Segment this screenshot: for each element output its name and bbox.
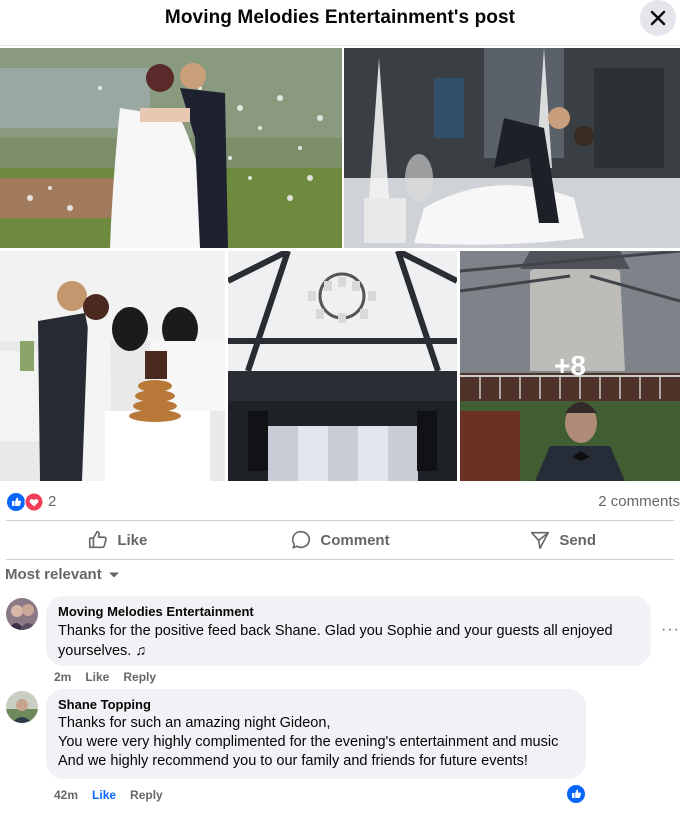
comment-time[interactable]: 2m — [54, 670, 71, 684]
comment-button[interactable]: Comment — [229, 521, 452, 559]
comment-icon — [292, 530, 311, 549]
more-options-icon[interactable]: ··· — [661, 621, 680, 639]
comment-time[interactable]: 42m — [54, 788, 78, 802]
like-reaction-icon[interactable] — [566, 784, 586, 804]
thumbs-up-icon — [89, 530, 108, 549]
post-title: Moving Melodies Entertainment's post — [164, 7, 516, 28]
close-button[interactable] — [640, 0, 676, 36]
close-icon — [650, 10, 666, 26]
post-header: Moving Melodies Entertainment's post — [0, 0, 680, 46]
avatar[interactable] — [6, 691, 38, 723]
photo-first-dance[interactable] — [344, 48, 680, 248]
sort-label: Most relevant — [5, 566, 102, 583]
comment-text: Thanks for the positive feed back Shane.… — [58, 623, 613, 659]
like-label: Like — [117, 531, 148, 549]
comment-bubble: Moving Melodies Entertainment Thanks for… — [46, 596, 651, 666]
send-button[interactable]: Send — [451, 521, 674, 559]
photo-venue-chandelier[interactable] — [228, 251, 457, 481]
comment-text-line: And we highly recommend you to our famil… — [58, 753, 528, 769]
love-reaction-icon — [24, 492, 44, 512]
chevron-down-icon — [108, 572, 119, 577]
post-actions: Like Comment Send — [6, 520, 674, 560]
like-reaction-icon — [7, 493, 25, 511]
photo-windmill-portrait[interactable]: +8 — [460, 251, 680, 481]
comment-text-line: Thanks for such an amazing night Gideon, — [58, 715, 331, 731]
avatar[interactable] — [6, 598, 38, 630]
comment-text-line: You were very highly complimented for th… — [58, 734, 559, 750]
reactions-summary: 2 2 comments — [0, 486, 680, 516]
more-photos-overlay[interactable]: +8 — [460, 251, 680, 481]
comment-meta: 2m Like Reply — [54, 670, 156, 684]
comment-label: Comment — [320, 531, 390, 549]
comment-author[interactable]: Shane Topping — [58, 697, 574, 713]
comment-reply-link[interactable]: Reply — [123, 670, 156, 684]
comments-count-link[interactable]: 2 comments — [598, 493, 680, 510]
comment-like-link[interactable]: Like — [92, 788, 116, 802]
send-label: Send — [559, 531, 597, 549]
reaction-count[interactable]: 2 — [48, 493, 56, 510]
reaction-icons[interactable] — [7, 492, 47, 512]
comment-like-link[interactable]: Like — [85, 670, 109, 684]
comment-sort-dropdown[interactable]: Most relevant — [5, 566, 120, 583]
comment-reply-link[interactable]: Reply — [130, 788, 163, 802]
photo-garden-couple[interactable] — [0, 48, 342, 248]
comment-author[interactable]: Moving Melodies Entertainment — [58, 604, 639, 620]
photo-cake-cutting[interactable] — [0, 251, 225, 481]
send-icon — [531, 531, 550, 550]
like-button[interactable]: Like — [6, 521, 229, 559]
comment-meta: 42m Like Reply — [54, 788, 163, 802]
comment-bubble: Shane Topping Thanks for such an amazing… — [46, 689, 586, 779]
